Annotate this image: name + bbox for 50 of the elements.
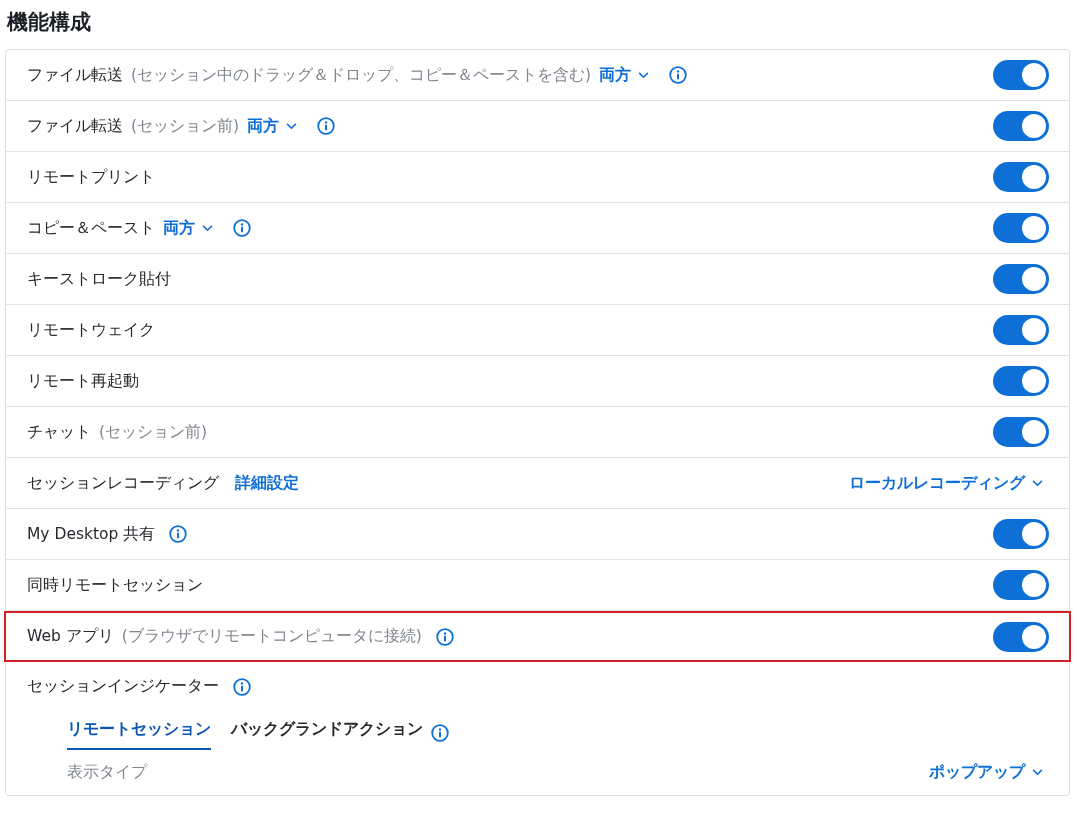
direction-dropdown[interactable]: 両方 <box>163 217 213 239</box>
info-icon[interactable] <box>431 723 449 742</box>
info-icon[interactable] <box>435 627 454 646</box>
chevron-down-icon <box>1032 479 1043 487</box>
tab[interactable]: バックグランドアクション <box>231 715 423 750</box>
setting-note: (セッション中のドラッグ＆ドロップ、コピー＆ペーストを含む) <box>131 64 592 86</box>
info-icon[interactable] <box>233 219 251 237</box>
toggle-switch[interactable] <box>993 60 1049 90</box>
setting-note: (セッション前) <box>131 115 240 137</box>
direction-dropdown[interactable]: 両方 <box>599 64 650 86</box>
toggle-switch[interactable] <box>993 315 1049 345</box>
chevron-down-icon <box>286 122 298 130</box>
setting-label: リモート再起動 <box>27 370 139 392</box>
chevron-down-icon <box>1032 769 1043 776</box>
chevron-down-icon <box>202 224 213 232</box>
info-icon[interactable] <box>317 117 336 135</box>
setting-label: キーストローク貼付 <box>27 268 171 290</box>
recording-dropdown[interactable]: ローカルレコーディング <box>849 472 1043 494</box>
setting-label: ファイル転送 <box>27 64 123 86</box>
toggle-switch[interactable] <box>993 417 1049 447</box>
toggle-switch[interactable] <box>993 621 1049 652</box>
toggle-switch[interactable] <box>993 519 1049 549</box>
setting-label: ファイル転送 <box>27 115 123 137</box>
setting-label: リモートプリント <box>27 166 155 188</box>
setting-label: チャット <box>27 421 91 443</box>
chevron-down-icon <box>638 71 650 79</box>
setting-note: (ブラウザでリモートコンピュータに接続) <box>121 626 422 647</box>
setting-label: Web アプリ <box>27 626 114 647</box>
setting-label: My Desktop 共有 <box>27 523 156 545</box>
setting-label: 同時リモートセッション <box>27 574 203 596</box>
display-type-label: 表示タイプ <box>67 762 147 783</box>
toggle-switch[interactable] <box>993 264 1049 294</box>
info-icon[interactable] <box>233 677 251 696</box>
toggle-switch[interactable] <box>993 570 1049 600</box>
details-link[interactable]: 詳細設定 <box>235 472 299 494</box>
setting-label: セッションインジケーター <box>27 676 219 697</box>
setting-note: (セッション前) <box>99 421 208 443</box>
setting-label: コピー＆ペースト <box>27 217 155 239</box>
setting-label: セッションレコーディング <box>27 472 219 494</box>
toggle-switch[interactable] <box>993 366 1049 396</box>
tab[interactable]: リモートセッション <box>67 715 211 750</box>
setting-label: リモートウェイク <box>27 319 155 341</box>
info-icon[interactable] <box>669 66 688 84</box>
section-title: 機能構成 <box>7 9 92 36</box>
display-type-dropdown[interactable]: ポップアップ <box>929 762 1043 783</box>
direction-dropdown[interactable]: 両方 <box>247 115 298 137</box>
toggle-switch[interactable] <box>993 162 1049 192</box>
toggle-switch[interactable] <box>993 213 1049 243</box>
toggle-switch[interactable] <box>993 111 1049 141</box>
info-icon[interactable] <box>169 525 188 543</box>
